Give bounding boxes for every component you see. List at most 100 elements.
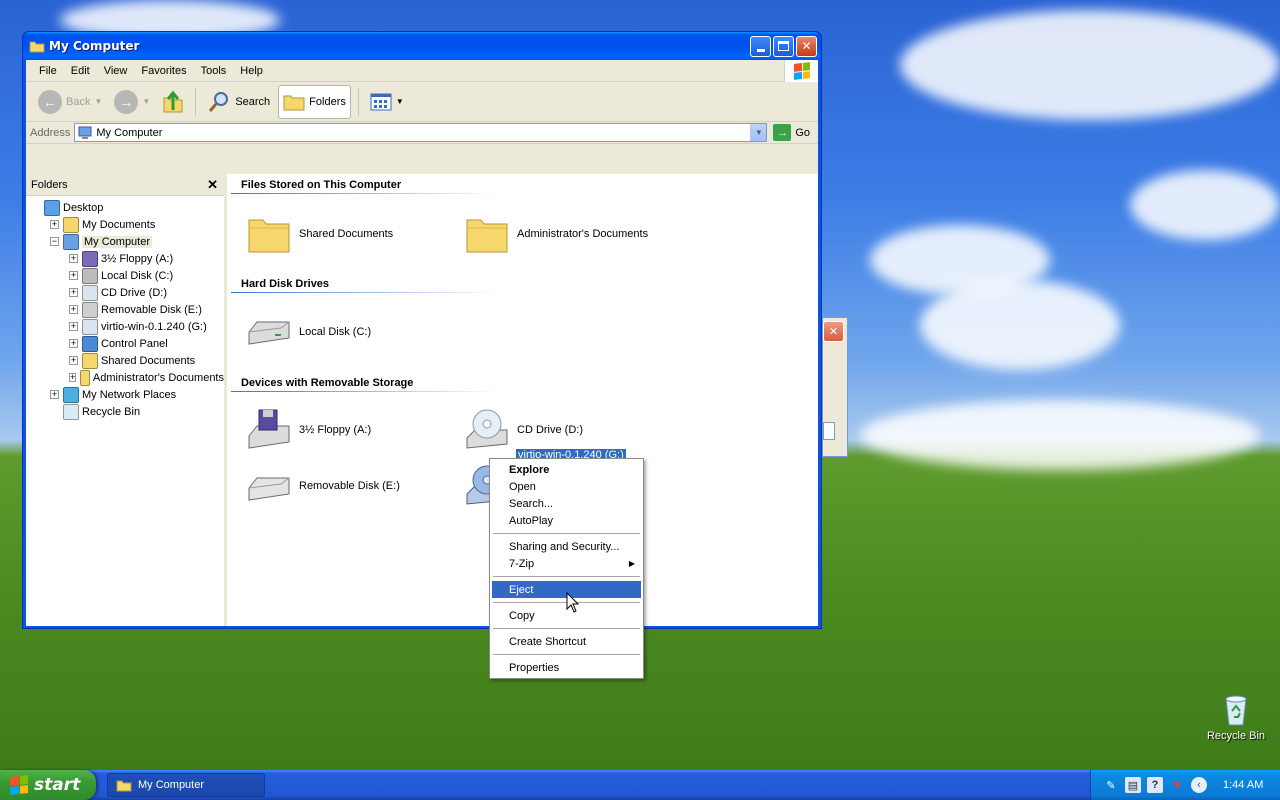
tree-item[interactable]: − My Computer	[26, 233, 224, 250]
back-button[interactable]: ← Back ▼	[34, 85, 106, 119]
removable-disk-icon	[248, 477, 290, 501]
item-local-disk-c[interactable]: Local Disk (C:)	[245, 308, 371, 356]
search-button[interactable]: Search	[203, 85, 274, 119]
cd-drive-icon	[466, 409, 508, 449]
item-floppy-a[interactable]: 3½ Floppy (A:)	[245, 406, 371, 454]
floppy-icon	[248, 409, 290, 449]
menu-help[interactable]: Help	[233, 65, 270, 77]
tree-item[interactable]: + Local Disk (C:)	[26, 267, 224, 284]
item-label: Administrator's Documents	[517, 228, 649, 240]
collapse-icon[interactable]: −	[50, 237, 59, 246]
ctx-search[interactable]: Search...	[492, 495, 641, 512]
expand-icon[interactable]: +	[69, 254, 78, 263]
taskbar-item-my-computer[interactable]: My Computer	[107, 773, 265, 797]
my-computer-icon	[63, 233, 79, 250]
views-icon	[370, 93, 392, 110]
tree-item[interactable]: + Removable Disk (E:)	[26, 301, 224, 318]
ctx-explore[interactable]: Explore	[492, 461, 641, 478]
ctx-open[interactable]: Open	[492, 478, 641, 495]
tree-item-label: Control Panel	[101, 337, 168, 350]
menu-favorites[interactable]: Favorites	[134, 65, 193, 77]
pen-tool-icon[interactable]: ✎	[1103, 777, 1119, 793]
item-removable-disk-e[interactable]: Removable Disk (E:)	[245, 462, 400, 510]
ctx-properties[interactable]: Properties	[492, 659, 641, 676]
security-shield-icon[interactable]: ⚑	[1169, 777, 1185, 793]
views-button[interactable]: ▼	[366, 85, 408, 119]
ctx-create-shortcut[interactable]: Create Shortcut	[492, 633, 641, 650]
desktop-cloud	[900, 10, 1280, 120]
search-icon	[209, 91, 229, 112]
tree-item[interactable]: + Control Panel	[26, 335, 224, 352]
maximize-icon	[778, 41, 789, 51]
item-shared-documents[interactable]: Shared Documents	[245, 210, 393, 258]
menu-file[interactable]: File	[32, 65, 64, 77]
tree-item[interactable]: + virtio-win-0.1.240 (G:)	[26, 318, 224, 335]
submenu-arrow-icon: ▶	[628, 559, 635, 568]
cd-drive-icon	[82, 318, 98, 335]
ctx-autoplay[interactable]: AutoPlay	[492, 512, 641, 529]
go-button[interactable]: → Go	[771, 124, 818, 141]
ctx-sharing-security[interactable]: Sharing and Security...	[492, 538, 641, 555]
help-icon[interactable]: ?	[1147, 777, 1163, 793]
hard-disk-icon	[82, 267, 98, 284]
system-tray: ✎ ▤ ? ⚑ ‹ 1:44 AM	[1090, 770, 1280, 800]
back-arrow-icon: ←	[38, 89, 62, 114]
maximize-button[interactable]	[773, 35, 794, 57]
start-button[interactable]: start	[0, 770, 96, 800]
background-dialog: ✕	[822, 317, 848, 457]
tree-item[interactable]: Desktop	[26, 199, 224, 216]
expand-icon[interactable]: +	[50, 390, 59, 399]
window-titlebar[interactable]: My Computer ✕	[23, 32, 821, 60]
folder-icon	[248, 219, 290, 253]
my-computer-window: My Computer ✕ File Edit View Favorites T…	[22, 31, 822, 629]
desktop-recycle-bin[interactable]: Recycle Bin	[1204, 693, 1268, 742]
item-cd-drive-d[interactable]: CD Drive (D:)	[463, 406, 583, 454]
clock: 1:44 AM	[1223, 779, 1264, 791]
close-icon[interactable]: ✕	[823, 321, 844, 342]
mouse-cursor-icon	[566, 592, 580, 613]
expand-icon[interactable]: +	[50, 220, 59, 229]
folder-icon	[466, 219, 508, 253]
forward-arrow-icon: →	[114, 89, 139, 114]
windows-logo-icon	[784, 59, 818, 82]
ctx-7zip[interactable]: 7-Zip ▶	[492, 555, 641, 572]
group-divider	[231, 193, 499, 194]
address-field[interactable]: My Computer ▼	[74, 123, 768, 142]
my-computer-folder-icon	[29, 41, 45, 53]
up-button[interactable]	[158, 85, 188, 119]
back-label: Back	[66, 95, 91, 108]
network-icon[interactable]: ▤	[1125, 777, 1141, 793]
tree-item[interactable]: Recycle Bin	[26, 403, 224, 420]
tree-item-label: Local Disk (C:)	[101, 269, 174, 282]
desktop-recycle-bin-label: Recycle Bin	[1206, 730, 1266, 742]
menu-tools[interactable]: Tools	[194, 65, 234, 77]
item-administrators-documents[interactable]: Administrator's Documents	[463, 210, 648, 258]
menu-view[interactable]: View	[97, 65, 135, 77]
chevron-left-icon[interactable]: ‹	[1191, 777, 1207, 793]
expand-icon[interactable]: +	[69, 356, 78, 365]
menu-edit[interactable]: Edit	[64, 65, 97, 77]
close-icon[interactable]: ✕	[207, 177, 218, 193]
expand-icon[interactable]: +	[69, 373, 77, 382]
folders-button[interactable]: Folders	[278, 84, 351, 119]
expand-icon[interactable]: +	[69, 322, 78, 331]
expand-icon[interactable]: +	[69, 305, 78, 314]
tree-item[interactable]: + My Network Places	[26, 386, 224, 403]
close-button[interactable]: ✕	[796, 35, 817, 57]
tree-item[interactable]: + Shared Documents	[26, 352, 224, 369]
desktop-icon	[44, 199, 60, 216]
tree-item[interactable]: + CD Drive (D:)	[26, 284, 224, 301]
forward-button[interactable]: → ▼	[110, 85, 154, 119]
expand-icon[interactable]: +	[69, 271, 78, 280]
standard-toolbar: ← Back ▼ → ▼ Search Folders ▼	[26, 82, 818, 122]
expand-icon[interactable]: +	[69, 288, 78, 297]
tree-item-label: Shared Documents	[101, 354, 196, 367]
close-icon: ✕	[801, 39, 812, 53]
group-header-removable: Devices with Removable Storage	[241, 377, 414, 389]
tree-item[interactable]: +3½ Floppy (A:)	[26, 250, 224, 267]
tree-item[interactable]: + Administrator's Documents	[26, 369, 224, 386]
address-dropdown-button[interactable]: ▼	[750, 124, 767, 141]
expand-icon[interactable]: +	[69, 339, 78, 348]
minimize-button[interactable]	[750, 35, 771, 57]
tree-item[interactable]: + My Documents	[26, 216, 224, 233]
